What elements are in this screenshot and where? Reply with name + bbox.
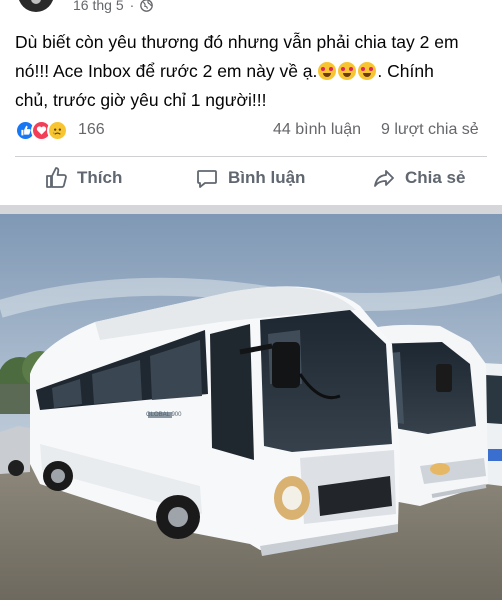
meta-dot: ·: [129, 0, 135, 13]
sad-icon: [47, 120, 68, 141]
bus-photo-image: GLOBAL 900: [0, 214, 502, 600]
reaction-summary[interactable]: [15, 120, 68, 141]
post-header: 16 thg 5 ·: [0, 0, 502, 18]
thumbs-up-icon: [46, 167, 67, 188]
post-message: Dù biết còn yêu thương đó nhưng vẫn phải…: [15, 28, 495, 115]
stats-divider: [15, 156, 487, 157]
like-button[interactable]: Thích: [44, 166, 122, 190]
star-struck-emoji-icon: [338, 62, 357, 80]
comment-button[interactable]: Bình luận: [195, 166, 305, 190]
share-label: Chia sẻ: [405, 168, 466, 187]
comments-count[interactable]: 44 bình luận: [273, 121, 361, 139]
post-text-line-1: Dù biết còn yêu thương đó nhưng vẫn phải…: [15, 32, 459, 52]
post-text-line-3: chủ, trước giờ yêu chỉ 1 người!!!: [15, 90, 267, 110]
post-text-line-2-tail: . Chính: [377, 61, 434, 81]
share-icon: [374, 170, 394, 187]
comment-icon: [197, 170, 217, 188]
star-struck-emoji-icon: [318, 62, 337, 80]
parked-car: [0, 426, 30, 476]
post-text-line-2-head: nó!!! Ace Inbox để rước 2 em này về ạ.: [15, 61, 318, 81]
globe-icon[interactable]: [140, 0, 154, 12]
post-text-line-2: nó!!! Ace Inbox để rước 2 em này về ạ. . …: [15, 57, 495, 86]
post-meta: 16 thg 5 ·: [73, 0, 154, 13]
bus-badge: GLOBAL 900: [146, 412, 182, 418]
post-time[interactable]: 16 thg 5: [73, 0, 124, 13]
share-button[interactable]: Chia sẻ: [372, 166, 465, 190]
media-separator: [0, 205, 502, 214]
like-label: Thích: [77, 168, 123, 187]
shares-count[interactable]: 9 lượt chia sẻ: [381, 121, 479, 139]
post-stats: 166 44 bình luận 9 lượt chia sẻ: [15, 118, 490, 144]
avatar[interactable]: [18, 0, 54, 12]
action-bar: Thích Bình luận Chia sẻ: [0, 160, 502, 202]
post-photo[interactable]: GLOBAL 900: [0, 214, 502, 600]
star-struck-emoji-icon: [358, 62, 377, 80]
reaction-count[interactable]: 166: [78, 121, 105, 139]
comment-label: Bình luận: [228, 168, 306, 187]
